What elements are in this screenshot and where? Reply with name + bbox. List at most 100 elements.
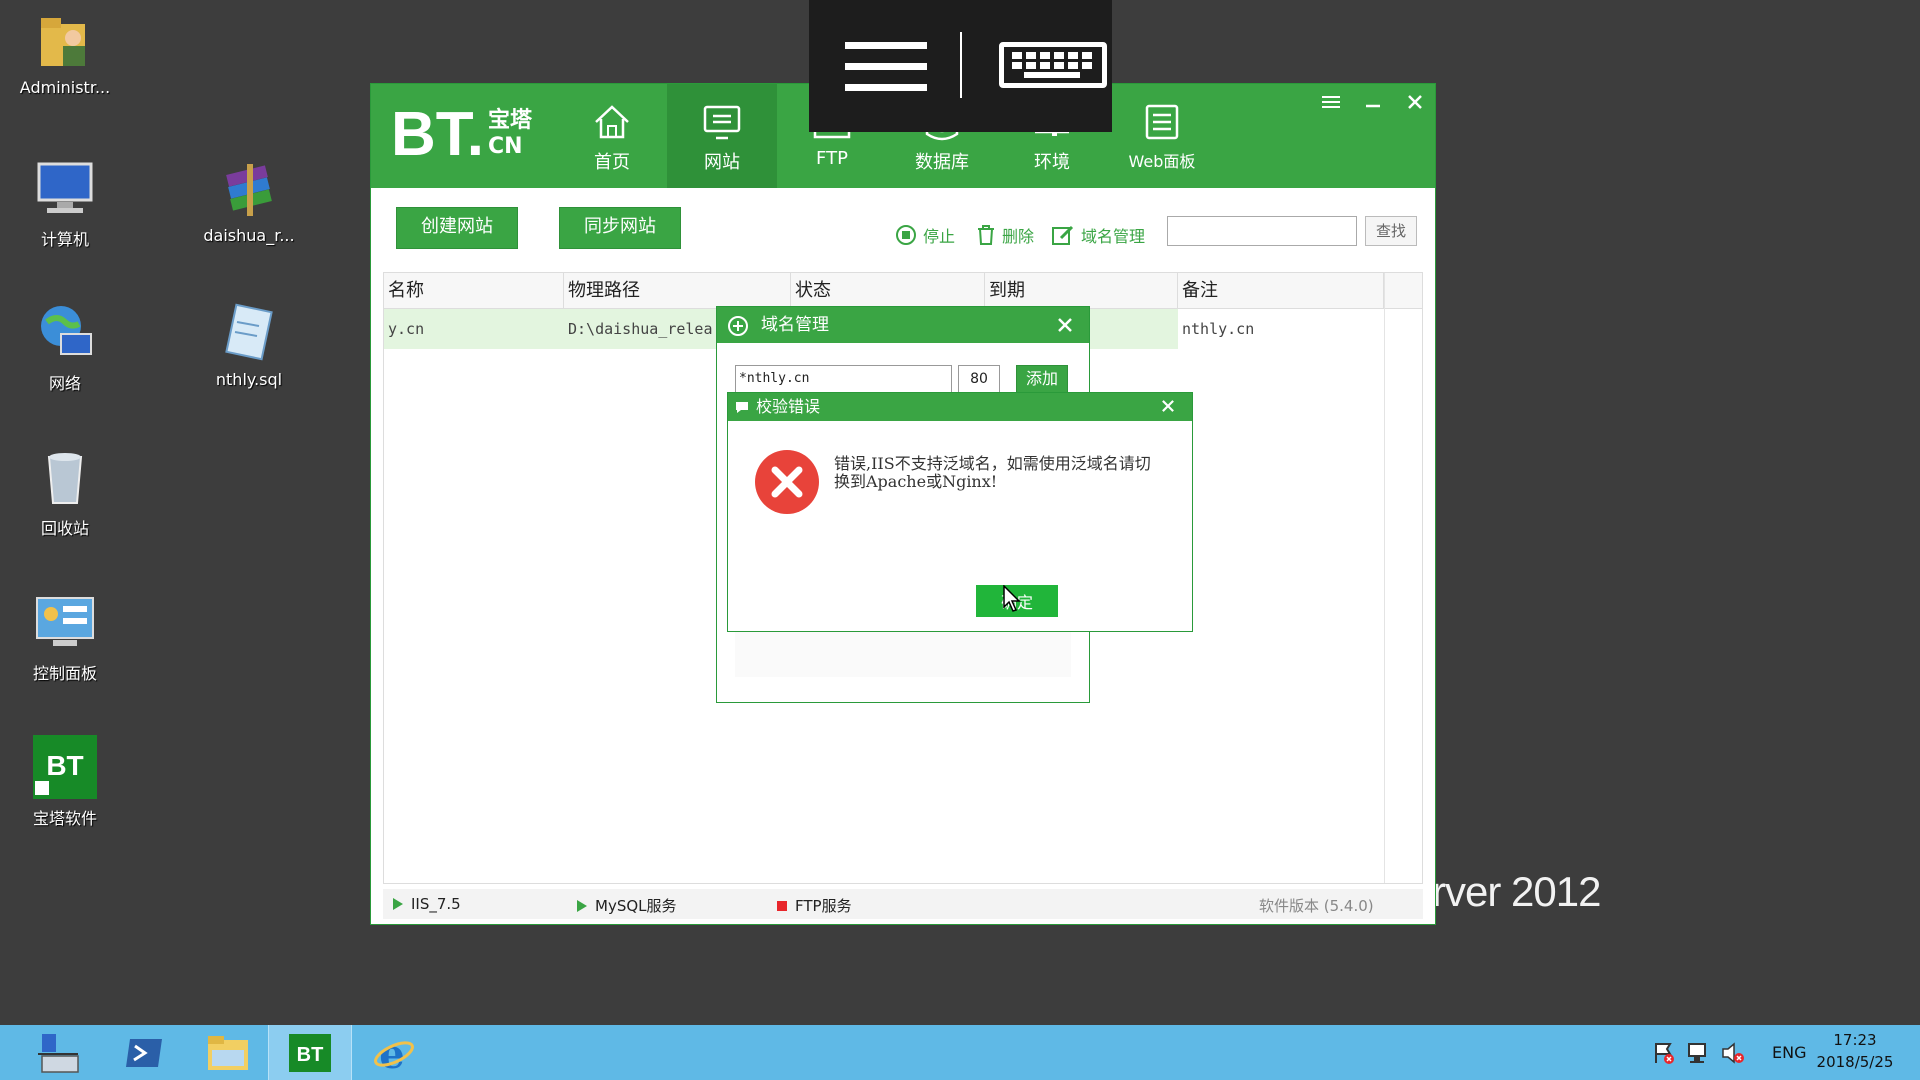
taskbar: BT e ENG 17:23 2018/5/25 [0, 1025, 1920, 1080]
bt-logo-icon: BT [289, 1033, 331, 1072]
status-bar: IIS_7.5 MySQL服务 FTP服务 软件版本 (5.4.0) [383, 889, 1423, 919]
user-folder-icon [33, 8, 97, 72]
cell-note: nthly.cn [1178, 309, 1384, 349]
desktop-icon-bt-panel[interactable]: BT 宝塔软件 [0, 735, 130, 829]
error-dialog-close-button[interactable] [1156, 393, 1180, 421]
stopped-square-icon [777, 900, 787, 911]
error-dialog-titlebar: 校验错误 [728, 393, 1192, 421]
network-globe-icon [33, 300, 97, 364]
internet-explorer-button[interactable]: e [352, 1025, 436, 1080]
window-minimize-button[interactable] [1355, 88, 1391, 120]
play-icon [577, 899, 587, 912]
menu-icon-bar [845, 63, 927, 70]
powershell-button[interactable] [102, 1025, 186, 1080]
play-icon [393, 898, 403, 910]
recycle-bin-icon [33, 445, 97, 509]
domain-manage-button[interactable]: 域名管理 [1051, 223, 1145, 247]
desktop-icon-recycle-bin[interactable]: 回收站 [0, 445, 130, 539]
bt-logo-icon: BT [33, 735, 97, 799]
server-manager-icon [38, 1033, 79, 1073]
keyboard-button[interactable] [999, 42, 1107, 88]
domain-dialog-close-button[interactable] [1053, 307, 1077, 343]
column-header-spacer [1384, 273, 1422, 309]
nav-website[interactable]: 网站 [667, 84, 777, 188]
desktop-icon-control-panel[interactable]: 控制面板 [0, 590, 130, 684]
desktop-icon-administrator[interactable]: Administr... [0, 8, 130, 97]
column-header-note[interactable]: 备注 [1178, 273, 1384, 309]
edit-icon [1052, 225, 1074, 245]
close-icon [1162, 400, 1174, 412]
column-header-expire[interactable]: 到期 [985, 273, 1178, 309]
status-ftp[interactable]: FTP服务 [777, 895, 852, 916]
os-watermark: rver 2012 [1432, 868, 1601, 915]
column-header-status[interactable]: 状态 [791, 273, 985, 309]
svg-text:e: e [379, 1032, 404, 1074]
powershell-icon [126, 1038, 162, 1067]
port-input[interactable]: 80 [958, 365, 1000, 393]
action-center-flag-icon[interactable] [1652, 1041, 1676, 1065]
search-button[interactable]: 查找 [1365, 216, 1417, 246]
error-dialog-title: 校验错误 [756, 397, 821, 416]
table-divider [1384, 273, 1385, 883]
remote-toolbar [809, 0, 1112, 132]
toolbar-separator [960, 32, 962, 98]
menu-icon-bar [845, 84, 927, 91]
stop-icon [896, 225, 916, 245]
create-site-button[interactable]: 创建网站 [396, 207, 518, 249]
plus-circle-icon [728, 316, 748, 336]
desktop-icon-network[interactable]: 网络 [0, 300, 130, 394]
window-close-button[interactable] [1397, 88, 1433, 120]
file-explorer-button[interactable] [186, 1025, 270, 1080]
computer-icon [33, 156, 97, 220]
nav-home[interactable]: 首页 [557, 84, 667, 188]
software-version: 软件版本 (5.4.0) [1259, 897, 1374, 915]
control-panel-icon [33, 590, 97, 654]
column-header-name[interactable]: 名称 [384, 273, 564, 309]
internet-explorer-icon: e [374, 1032, 414, 1074]
close-icon [1058, 318, 1072, 332]
bt-panel-taskbar-button[interactable]: BT [268, 1025, 352, 1080]
folder-icon [208, 1035, 248, 1070]
chat-bubble-icon [736, 402, 748, 413]
window-menu-button[interactable] [1313, 88, 1349, 120]
monitor-icon [667, 84, 777, 142]
domain-dialog-titlebar: 域名管理 [717, 307, 1089, 343]
domain-input[interactable]: *nthly.cn [735, 365, 952, 393]
home-icon [557, 84, 667, 142]
keyboard-icon [1012, 52, 1092, 78]
svg-text:BT: BT [46, 750, 83, 781]
list-icon [1107, 84, 1217, 142]
trash-icon [978, 225, 994, 245]
archive-icon [217, 156, 281, 220]
network-status-icon[interactable] [1686, 1041, 1710, 1065]
taskbar-clock[interactable]: 17:23 2018/5/25 [1800, 1029, 1910, 1073]
desktop-icon-daishua-rar[interactable]: daishua_r... [184, 156, 314, 245]
desktop-icon-computer[interactable]: 计算机 [0, 156, 130, 250]
desktop-icon-nthly-sql[interactable]: nthly.sql [184, 300, 314, 389]
volume-muted-icon[interactable] [1720, 1041, 1746, 1065]
mouse-cursor-icon [1003, 585, 1021, 612]
server-manager-button[interactable] [16, 1025, 100, 1080]
minimize-icon [1366, 104, 1380, 108]
error-x-icon [755, 450, 819, 514]
search-input[interactable] [1167, 216, 1357, 246]
sync-site-button[interactable]: 同步网站 [559, 207, 681, 249]
add-domain-button[interactable]: 添加 [1016, 365, 1068, 395]
bt-logo: BT. 宝塔 CN [391, 100, 533, 169]
nav-web-panel[interactable]: Web面板 [1107, 84, 1217, 188]
status-iis[interactable]: IIS_7.5 [393, 895, 461, 913]
cell-name: y.cn [384, 309, 564, 349]
remote-menu-button[interactable] [845, 42, 927, 105]
close-icon [1408, 95, 1422, 109]
system-tray: ENG [1652, 1025, 1806, 1080]
text-file-icon [217, 300, 281, 364]
status-mysql[interactable]: MySQL服务 [577, 895, 677, 916]
menu-icon-bar [845, 42, 927, 49]
error-message: 错误,IIS不支持泛域名，如需使用泛域名请切换到Apache或Nginx! [834, 454, 1151, 491]
stop-site-button[interactable]: 停止 [895, 223, 955, 247]
clock-date: 2018/5/25 [1816, 1053, 1894, 1071]
clock-time: 17:23 [1833, 1031, 1877, 1049]
delete-site-button[interactable]: 删除 [976, 223, 1034, 247]
column-header-path[interactable]: 物理路径 [564, 273, 791, 309]
validation-error-dialog: 校验错误 错误,IIS不支持泛域名，如需使用泛域名请切换到Apache或Ngin… [727, 392, 1193, 632]
